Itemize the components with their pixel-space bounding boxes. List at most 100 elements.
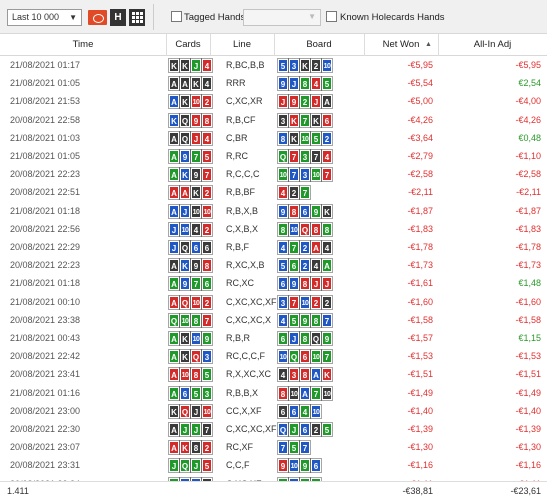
grid-icon-dot [140, 16, 143, 19]
table-row[interactable]: 20/08/2021 22:56 J 10 4 2 C,X,B,X 8 10 Q 8 8 -€1,83… [0, 219, 547, 238]
row-allin-adj: -€1,30 [515, 442, 541, 453]
row-allin-adj: -€1,10 [515, 151, 541, 161]
playing-card: K [190, 76, 202, 92]
tagged-hands-checkbox[interactable] [171, 11, 182, 22]
playing-card: K [299, 58, 311, 73]
table-row[interactable]: 20/08/2021 22:42 A K Q 3 RC,C,C,F 10 Q 6 10 7 -€1,5… [0, 347, 547, 365]
playing-card: 6 [299, 203, 311, 219]
hand-range-value: Last 10 000 [12, 12, 60, 22]
playing-card: A [168, 94, 180, 110]
playing-card: 9 [277, 458, 289, 474]
row-time: 21/08/2021 00:10 [10, 296, 81, 307]
table-row[interactable]: 21/08/2021 01:05 A A K 4 RRR 9 J 8 4 5 -€5,54 €2,54 [0, 74, 547, 93]
playing-card: 7 [288, 167, 300, 183]
table-row[interactable]: 20/08/2021 22:51 A A K 2 R,B,BF 4 2 7 -€2,11 -€2,1… [0, 183, 547, 202]
table-row[interactable]: 21/08/2021 01:16 A 6 5 3 R,B,B,X 8 10 A 7 10 -€1,49… [0, 384, 547, 402]
playing-card: A [168, 167, 180, 183]
replay-button[interactable] [88, 10, 107, 25]
row-line: C,XC,XC,XF [226, 296, 277, 307]
column-header-cards[interactable]: Cards [166, 34, 210, 56]
row-time: 21/08/2021 01:17 [10, 60, 81, 70]
table-row[interactable]: 20/08/2021 23:41 A 10 8 5 R,X,XC,XC 4 3 8 A K -€1,5… [0, 365, 547, 384]
table-row[interactable]: 20/08/2021 22:23 A K 9 8 R,XC,X,B 5 6 2 4 A -€1,73-… [0, 256, 547, 275]
playing-card: 7 [299, 185, 311, 201]
hand-history-button[interactable]: H [110, 9, 126, 26]
playing-card: 9 [190, 112, 202, 128]
table-row[interactable]: 21/08/2021 01:03 A Q J 4 C,BR 8 K 10 5 2 -€3,64 €0,4… [0, 129, 547, 147]
column-header-time[interactable]: Time [0, 34, 166, 56]
board-cards: 9 10 9 6 [277, 458, 322, 474]
playing-card: 9 [288, 276, 300, 292]
playing-card: K [168, 112, 180, 128]
playing-card: 10 [288, 221, 300, 237]
playing-card: 10 [299, 130, 311, 146]
row-net-won: -€1,30 [407, 442, 433, 453]
column-header-allin-adj[interactable]: All-In Adj [438, 34, 547, 56]
playing-card: 6 [201, 240, 213, 255]
playing-card: Q [179, 130, 191, 146]
table-row[interactable]: 21/08/2021 01:05 A 9 7 5 R,RC Q 7 3 7 4 -€2,79 -€1,1… [0, 147, 547, 166]
hole-cards: A Q 10 2 [168, 294, 213, 310]
toolbar-divider [153, 4, 154, 30]
row-net-won: -€2,58 [407, 169, 433, 180]
row-line: RC,XF [226, 442, 253, 453]
column-header-board[interactable]: Board [274, 34, 364, 56]
table-row[interactable]: 21/08/2021 00:10 A Q 10 2 C,XC,XC,XF 3 7 10 2 2 -€1… [0, 292, 547, 311]
playing-card: K [179, 440, 191, 456]
row-net-won: -€1,58 [407, 314, 433, 325]
table-row[interactable]: 20/08/2021 23:00 K Q J 10 CC,X,XF 6 6 4 10 -€1,40-… [0, 401, 547, 420]
table-row[interactable]: 21/08/2021 00:43 A K 10 9 R,B,R 6 J 8 Q 9 -€1,57 €1,… [0, 329, 547, 348]
table-row[interactable]: 20/08/2021 23:31 J Q J 5 C,C,F 9 10 9 6 -€1,16 -€1,… [0, 456, 547, 474]
table-row[interactable]: 20/08/2021 23:38 Q 10 8 7 C,XC,XC,X 4 5 9 8 7 -€1,5… [0, 311, 547, 329]
hole-cards: AJJ7 [168, 422, 213, 437]
row-time: 20/08/2021 22:30 [10, 424, 81, 434]
table-row[interactable]: 20/08/2021 22:30 A J J 7 C,XC,XC,XF Q J 6 2 5 -€1,3… [0, 420, 547, 438]
row-allin-adj: -€2,58 [515, 169, 541, 180]
table-row[interactable]: 21/08/2021 01:18 A 9 7 6 RC,XC 6 9 8 J J -€1,61 €1,4… [0, 274, 547, 292]
row-time: 20/08/2021 23:00 [10, 405, 81, 416]
row-net-won: -€1,60 [407, 296, 433, 307]
playing-card: A [168, 422, 180, 437]
row-net-won: -€1,78 [407, 242, 433, 252]
row-allin-adj: -€1,49 [515, 387, 541, 398]
grid-icon-dot [132, 20, 135, 23]
tag-select-dropdown[interactable]: ▼ [243, 9, 321, 26]
hand-range-select[interactable]: Last 10 000 ▼ [7, 9, 82, 26]
playing-card: 10 [310, 349, 322, 365]
playing-card: 4 [321, 149, 333, 164]
playing-card: 9 [299, 458, 311, 474]
playing-card: Q [179, 240, 191, 255]
grid-icon [132, 12, 135, 15]
row-time: 21/08/2021 01:05 [10, 151, 81, 161]
row-time: 21/08/2021 01:03 [10, 132, 81, 143]
row-line: RRR [226, 78, 246, 89]
playing-card: J [179, 203, 191, 219]
playing-card: 5 [321, 422, 333, 437]
playing-card: 2 [288, 185, 300, 201]
row-allin-adj: -€1,39 [515, 424, 541, 434]
known-holecards-checkbox[interactable] [326, 11, 337, 22]
playing-card: J [168, 221, 180, 237]
row-net-won: -€1,51 [407, 369, 433, 380]
row-line: R,BC,B,B [226, 60, 265, 70]
playing-card: 2 [310, 422, 322, 437]
column-header-line[interactable]: Line [210, 34, 274, 56]
table-row[interactable]: 21/08/2021 01:17 K K J 4 R,BC,B,B 5 3 K 2 10 -€5,95… [0, 56, 547, 74]
playing-card: 4 [321, 240, 333, 255]
playing-card: 7 [310, 385, 322, 401]
playing-card: 10 [179, 312, 191, 328]
table-row[interactable]: 20/08/2021 22:58 K Q 9 8 R,B,CF 3 K 7 K 6 -€4,26 -€4… [0, 110, 547, 129]
table-row[interactable]: 20/08/2021 22:29 J Q 6 6 R,B,F 4 7 2 A 4 -€1,78 -€1,… [0, 238, 547, 256]
playing-card: K [168, 403, 180, 419]
table-row[interactable]: 21/08/2021 21:53 A K 10 2 C,XC,XR J 9 2 J A -€5,00-… [0, 92, 547, 110]
hole-cards: JQJ5 [168, 458, 213, 474]
grid-view-button[interactable] [129, 9, 145, 26]
table-row[interactable]: 20/08/2021 23:07 A K 8 2 RC,XF 7 5 7 -€1,30 -€1,30 [0, 438, 547, 457]
row-line: C,X,B,X [226, 223, 259, 234]
playing-card: 5 [277, 258, 289, 274]
table-row[interactable]: 21/08/2021 01:18 A J 10 10 R,B,X,B 9 8 6 9 K -€1,87… [0, 202, 547, 220]
table-row[interactable]: 20/08/2021 22:23 A K 9 7 R,C,C,C 10 7 3 10 7 -€2,58… [0, 165, 547, 183]
board-cards: 427 [277, 185, 311, 201]
playing-card: Q [179, 403, 191, 419]
board-cards: J92JA [277, 94, 333, 110]
